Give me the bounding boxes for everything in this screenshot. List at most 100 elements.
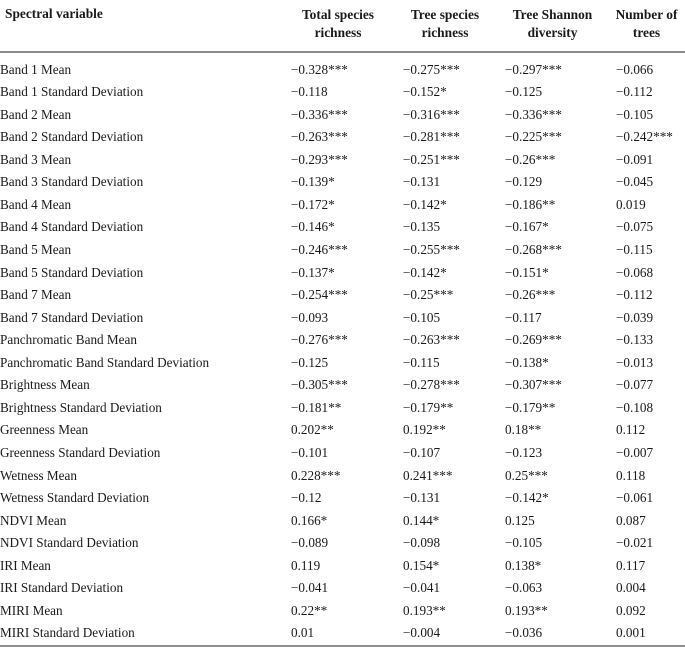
- table-row: Brightness Standard Deviation −0.181** −0.…: [0, 397, 685, 420]
- table-row: Band 5 Standard Deviation −0.137* −0.142* −…: [0, 262, 685, 285]
- correlation-value: −0.246***: [291, 242, 348, 258]
- table-row: Band 4 Standard Deviation −0.146* −0.135 −0…: [0, 216, 685, 239]
- correlation-value: −0.336***: [291, 106, 348, 122]
- correlation-value: −0.135: [403, 219, 441, 235]
- correlation-value: −0.093: [291, 309, 329, 325]
- correlation-value: −0.061: [616, 490, 654, 506]
- correlation-value: −0.129: [505, 174, 543, 190]
- correlation-value: −0.225***: [505, 129, 562, 145]
- correlation-value: 0.119: [291, 557, 321, 573]
- column-header-line-2: richness: [421, 24, 469, 40]
- row-label: Band 4 Standard Deviation: [0, 219, 144, 235]
- table-row: Panchromatic Band Standard Deviation −0.1…: [0, 352, 685, 375]
- correlation-value: 0.118: [616, 467, 646, 483]
- row-label: MIRI Standard Deviation: [0, 625, 135, 641]
- correlation-value: −0.255***: [403, 242, 460, 258]
- row-label: NDVI Mean: [0, 512, 67, 528]
- correlation-value: −0.112: [616, 84, 653, 100]
- correlation-value: 0.004: [616, 580, 646, 596]
- correlation-value: 0.087: [616, 512, 646, 528]
- correlation-value: 0.193**: [505, 602, 548, 618]
- row-label: Band 7 Mean: [0, 287, 72, 303]
- correlation-value: −0.039: [616, 309, 654, 325]
- correlation-value: −0.063: [505, 580, 543, 596]
- correlation-value: −0.117: [505, 309, 542, 325]
- correlation-value: −0.068: [616, 264, 654, 280]
- row-label: Band 3 Mean: [0, 151, 72, 167]
- column-header-line-1: Total species: [301, 7, 375, 22]
- correlation-value: −0.131: [403, 174, 441, 190]
- correlation-value: −0.307***: [505, 377, 562, 393]
- correlation-value: −0.112: [616, 287, 653, 303]
- correlation-value: −0.142*: [505, 490, 549, 506]
- correlation-value: 0.001: [616, 625, 646, 641]
- table-row: Greenness Mean 0.202** 0.192** 0.18** 0.112: [0, 419, 685, 442]
- row-label: IRI Standard Deviation: [0, 580, 124, 596]
- row-label: IRI Mean: [0, 557, 51, 573]
- correlation-value: −0.138*: [505, 354, 549, 370]
- correlation-value: −0.107: [403, 444, 441, 460]
- table-row: Band 1 Standard Deviation −0.118 −0.152* −0…: [0, 81, 685, 104]
- correlation-value: −0.251***: [403, 151, 460, 167]
- correlation-value: −0.091: [616, 151, 654, 167]
- table-row: MIRI Standard Deviation 0.01 −0.004 −0.036 0…: [0, 622, 685, 645]
- row-label: Wetness Mean: [0, 467, 77, 483]
- table-header: Spectral variable Total species richness…: [0, 0, 685, 59]
- correlation-value: −0.131: [403, 490, 441, 506]
- correlation-value: −0.089: [291, 535, 329, 551]
- correlation-value: −0.179**: [505, 399, 556, 415]
- correlation-value: −0.142*: [403, 196, 447, 212]
- row-label: Band 1 Mean: [0, 61, 72, 77]
- column-header-line-1: Tree Shannon: [512, 7, 593, 22]
- correlation-value: −0.041: [403, 580, 441, 596]
- table-row: Panchromatic Band Mean −0.276*** −0.263***…: [0, 329, 685, 352]
- correlation-value: −0.118: [291, 84, 328, 100]
- correlation-value: −0.25***: [403, 287, 454, 303]
- table-row: IRI Mean 0.119 0.154* 0.138* 0.117: [0, 555, 685, 578]
- table-row: Wetness Standard Deviation −0.12 −0.131 −0.…: [0, 487, 685, 510]
- table-row: Brightness Mean −0.305*** −0.278*** −0.307*…: [0, 374, 685, 397]
- correlation-value: 0.166*: [291, 512, 328, 528]
- correlation-value: −0.263***: [291, 129, 348, 145]
- correlation-value: −0.275***: [403, 61, 460, 77]
- correlation-value: 0.22**: [291, 602, 328, 618]
- correlation-value: 0.18**: [505, 422, 542, 438]
- table-row: Greenness Standard Deviation −0.101 −0.107…: [0, 442, 685, 465]
- correlation-value: −0.133: [616, 332, 654, 348]
- correlation-value: −0.125: [291, 354, 329, 370]
- table-row: Band 5 Mean −0.246*** −0.255*** −0.268*** −0…: [0, 239, 685, 262]
- correlation-value: 0.25***: [505, 467, 548, 483]
- table-row: NDVI Mean 0.166* 0.144* 0.125 0.087: [0, 510, 685, 533]
- table-row: Band 1 Mean −0.328*** −0.275*** −0.297*** −0…: [0, 59, 685, 82]
- correlation-value: −0.105: [616, 106, 654, 122]
- correlation-value: −0.125: [505, 84, 543, 100]
- correlation-value: −0.281***: [403, 129, 460, 145]
- correlation-value: 0.112: [616, 422, 646, 438]
- column-header-number-of-trees: Number of trees: [608, 0, 685, 51]
- row-label: Band 2 Mean: [0, 106, 72, 122]
- correlation-value: −0.139*: [291, 174, 335, 190]
- row-label: Panchromatic Band Mean: [0, 332, 137, 348]
- table-row: MIRI Mean 0.22** 0.193** 0.193** 0.092: [0, 600, 685, 623]
- row-label: Wetness Standard Deviation: [0, 490, 150, 506]
- correlation-value: −0.242***: [616, 129, 673, 145]
- correlation-value: −0.115: [403, 354, 440, 370]
- correlation-value: −0.108: [616, 399, 654, 415]
- correlation-value: 0.228***: [291, 467, 341, 483]
- correlation-value: −0.297***: [505, 61, 562, 77]
- row-label: Band 1 Standard Deviation: [0, 84, 144, 100]
- row-label: Band 5 Standard Deviation: [0, 264, 144, 280]
- correlation-value: 0.125: [505, 512, 535, 528]
- correlation-value: 0.144*: [403, 512, 440, 528]
- row-label: Band 5 Mean: [0, 242, 72, 258]
- table-row: NDVI Standard Deviation −0.089 −0.098 −0.10…: [0, 532, 685, 555]
- correlation-value: −0.123: [505, 444, 543, 460]
- correlation-value: −0.066: [616, 61, 654, 77]
- correlation-value: −0.101: [291, 444, 329, 460]
- correlation-value: −0.268***: [505, 242, 562, 258]
- correlation-value: −0.045: [616, 174, 654, 190]
- row-label: Greenness Mean: [0, 422, 89, 438]
- correlation-value: −0.146*: [291, 219, 335, 235]
- correlation-value: −0.305***: [291, 377, 348, 393]
- correlation-value: −0.151*: [505, 264, 549, 280]
